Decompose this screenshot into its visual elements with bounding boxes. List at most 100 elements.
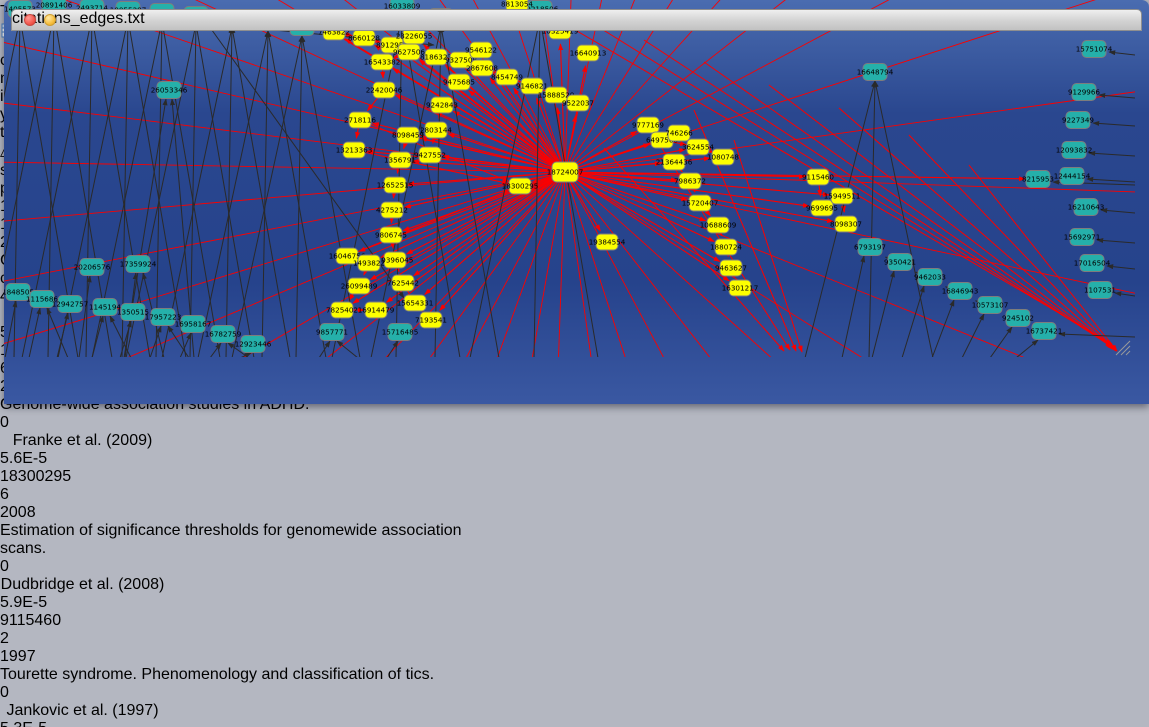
- graph-node-label: 15654331: [397, 299, 434, 308]
- graph-node-label: 9522037: [562, 99, 594, 108]
- graph-node-label: 1107531: [1084, 286, 1116, 295]
- graph-node-label: 16648794: [857, 68, 894, 77]
- graph-node-label: 17359924: [120, 260, 157, 269]
- graph-node-label: 2867608: [466, 64, 498, 73]
- graph-node-label: 12652515: [377, 181, 414, 190]
- graph-node-label: 21364436: [656, 158, 693, 167]
- graph-node-label: 4275212: [376, 206, 408, 215]
- graph-node-label: 15949511: [824, 192, 861, 201]
- graph-node-label: 15751074: [1076, 45, 1113, 54]
- graph-node-label: 6793197: [854, 243, 886, 252]
- table-cell[interactable]: Dudbridge et al. (2008): [0, 576, 165, 594]
- graph-node-label: 22420046: [366, 86, 403, 95]
- graph-node-label: 9806745: [375, 231, 407, 240]
- table-cell[interactable]: 5.6E-5: [0, 450, 100, 468]
- graph-node-label: 8215953: [1022, 175, 1054, 184]
- table-cell[interactable]: Franke et al. (2009): [0, 432, 165, 450]
- graph-node-label: 9546122: [465, 46, 497, 55]
- graph-node-label: 9427552: [414, 151, 446, 160]
- table-cell[interactable]: 0: [0, 414, 90, 432]
- resize-grip-icon: [1126, 351, 1130, 355]
- graph-node-label: 9463627: [715, 264, 747, 273]
- graph-node-label: 2803144: [420, 126, 452, 135]
- graph-node-label: 1080748: [707, 153, 739, 162]
- graph-node-label: 19384554: [589, 238, 626, 247]
- table-cell[interactable]: 18300295: [0, 468, 98, 486]
- table-cell[interactable]: 5.9E-5: [0, 594, 100, 612]
- graph-node-label: 16301217: [722, 284, 759, 293]
- graph-node-label: 16846943: [942, 287, 979, 296]
- graph-node-label: 9857771: [316, 328, 348, 337]
- table-cell[interactable]: 5.3E-5: [0, 720, 100, 727]
- table-cell[interactable]: 2008: [0, 504, 66, 522]
- table-cell[interactable]: Tourette syndrome. Phenomenology and cla…: [0, 666, 496, 684]
- table-cell[interactable]: Estimation of significance thresholds fo…: [0, 522, 496, 558]
- resize-grip-icon: [1121, 346, 1130, 355]
- graph-node-label: 9245102: [1002, 314, 1034, 323]
- window-title: citations_edges.txt: [12, 10, 1141, 28]
- graph-node-label: 9475685: [443, 78, 475, 87]
- minimize-window-button[interactable]: [44, 14, 56, 26]
- graph-node-label: 20206576: [74, 263, 111, 272]
- graph-node-label: 9777169: [632, 121, 664, 130]
- graph-node-label: 16914479: [358, 306, 395, 315]
- graph-node-label: 9227349: [1062, 116, 1094, 125]
- graph-node-label: 18724007: [547, 168, 584, 177]
- graph-node-label: 15716485: [382, 328, 419, 337]
- table-cell[interactable]: 1997: [0, 648, 66, 666]
- graph-node-label: 10573107: [972, 301, 1009, 310]
- zoom-window-button[interactable]: [64, 14, 76, 26]
- graph-node-label: 8098459: [392, 131, 424, 140]
- graph-node-label: 1880724: [710, 243, 742, 252]
- graph-node-label: 7986372: [674, 177, 706, 186]
- table-cell[interactable]: 9115460: [0, 612, 98, 630]
- graph-node-label: 3624554: [682, 143, 714, 152]
- graph-node-label: 13213363: [336, 146, 373, 155]
- graph-node-label: 16737421: [1026, 327, 1063, 336]
- graph-node-label: 16640913: [570, 49, 607, 58]
- graph-node-label: 12444154: [1054, 172, 1091, 181]
- graph-node-label: 1356791: [384, 156, 416, 165]
- graph-node-label: 8813054: [501, 0, 533, 9]
- graph-node-label: 9146821: [516, 82, 548, 91]
- graph-node-label: 23226055: [396, 32, 433, 41]
- graph-node-label: 10688609: [700, 221, 737, 230]
- graph-node-label: 18300295: [502, 182, 539, 191]
- graph-node-label: 15720407: [682, 199, 719, 208]
- table-cell[interactable]: Jankovic et al. (1997): [0, 702, 165, 720]
- graph-node-label: 26099489: [341, 282, 378, 291]
- table-cell[interactable]: 0: [0, 558, 90, 576]
- graph-node-label: 15692971: [1064, 233, 1101, 242]
- graph-node-label: 9242843: [426, 101, 458, 110]
- graph-node-label: 1493822: [353, 259, 385, 268]
- table-cell[interactable]: 0: [0, 684, 90, 702]
- table-cell[interactable]: 2: [0, 630, 92, 648]
- table-row[interactable]: 911546021997Tourette syndrome. Phenomeno…: [0, 612, 1149, 727]
- network-window-frame: citations_edges.txt 14055732089140624937…: [4, 0, 1149, 404]
- graph-node-label: 7193541: [415, 316, 447, 325]
- graph-node-label: 7825402: [326, 306, 358, 315]
- graph-node-label: 17016504: [1074, 259, 1111, 268]
- graph-node-label: 9129966: [1068, 88, 1100, 97]
- network-canvas[interactable]: 1405573208914062493714100552871527602646…: [4, 0, 1149, 362]
- graph-node-label: 9115460: [802, 173, 834, 182]
- graph-node-label: 9462033: [914, 273, 946, 282]
- network-graph[interactable]: 1405573208914062493714100552871527602646…: [4, 0, 1135, 357]
- network-window-titlebar[interactable]: citations_edges.txt: [11, 9, 1142, 31]
- table-row[interactable]: 1830029562008Estimation of significance …: [0, 468, 1149, 612]
- graph-node-label: 2718116: [344, 116, 376, 125]
- table-cell[interactable]: 6: [0, 486, 92, 504]
- close-window-button[interactable]: [24, 14, 36, 26]
- graph-node-label: 7625442: [387, 279, 419, 288]
- graph-node-label: 26053346: [151, 86, 188, 95]
- graph-node-label: 12093832: [1056, 146, 1093, 155]
- graph-node-label: 12942757: [52, 300, 89, 309]
- graph-node-label: 16210643: [1068, 203, 1105, 212]
- graph-node-label: 16543382: [364, 58, 401, 67]
- graph-node-label: 746266: [665, 129, 693, 138]
- graph-node-label: 16782759: [205, 330, 242, 339]
- graph-node-label: 12923446: [235, 340, 272, 349]
- graph-node-label: 9350421: [884, 258, 916, 267]
- graph-node-label: 16958167: [175, 320, 212, 329]
- graph-node-label: 8098307: [830, 220, 862, 229]
